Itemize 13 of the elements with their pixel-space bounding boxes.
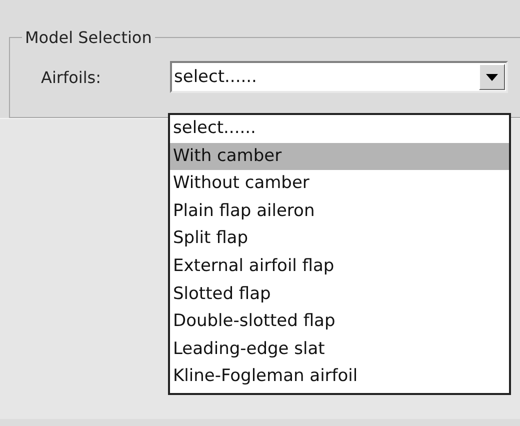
field-label: Airfoils: xyxy=(41,68,102,86)
airfoil-dropdown[interactable]: select...... xyxy=(170,61,508,93)
dropdown-option[interactable]: Without camber xyxy=(170,170,509,198)
dropdown-option[interactable]: Kline-Fogleman airfoil xyxy=(170,363,509,391)
group-title: Model Selection xyxy=(24,28,153,47)
dropdown-option[interactable]: select...... xyxy=(170,115,509,143)
dropdown-option[interactable]: External airfoil flap xyxy=(170,252,509,281)
dropdown-option[interactable]: With camber xyxy=(170,142,509,170)
dropdown-option[interactable]: Slotted flap xyxy=(170,280,509,308)
dropdown-option[interactable]: Double-slotted flap xyxy=(170,308,509,336)
dropdown-option[interactable]: Split flap xyxy=(170,225,509,253)
dropdown-option[interactable]: Leading-edge slat xyxy=(170,336,509,364)
dropdown-option[interactable]: Plain flap aileron xyxy=(170,198,509,226)
